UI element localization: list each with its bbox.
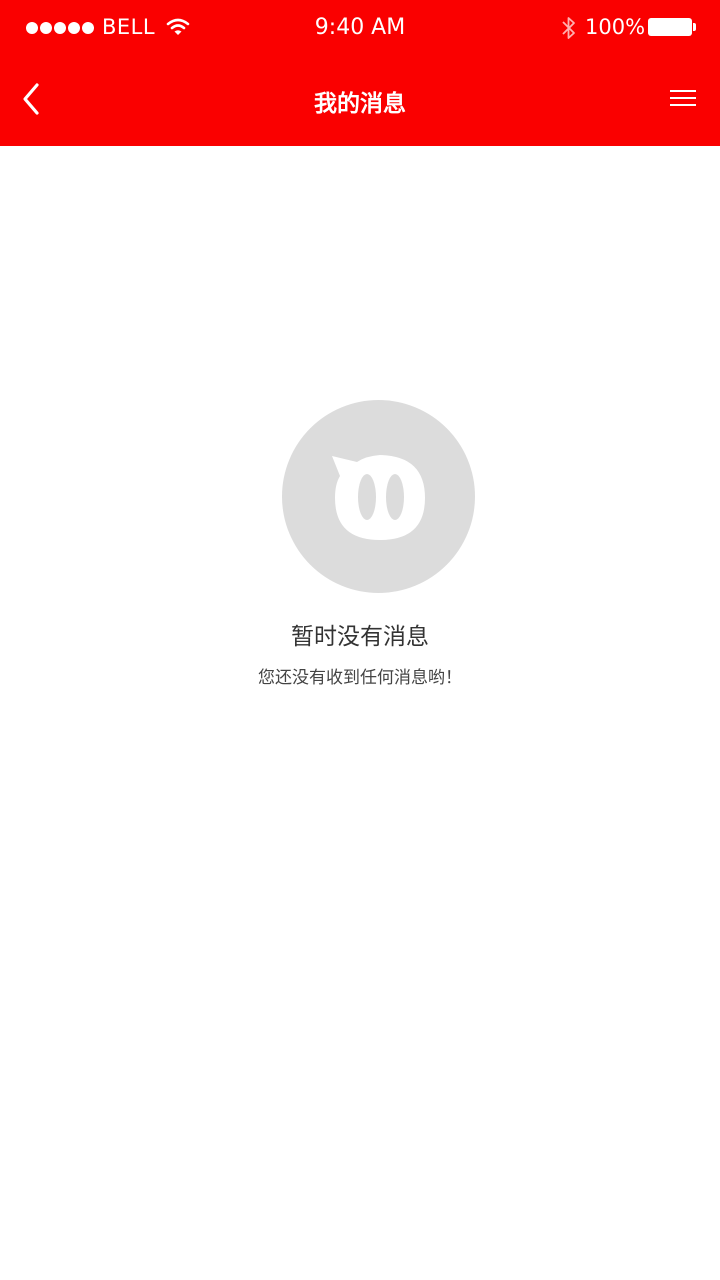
navigation-bar: 我的消息	[0, 56, 720, 146]
empty-message-mascot-icon	[282, 400, 475, 593]
empty-state-subtitle: 您还没有收到任何消息哟！	[258, 668, 462, 688]
hamburger-menu-icon	[670, 90, 696, 92]
menu-button[interactable]	[670, 90, 696, 108]
battery-cap	[693, 23, 696, 31]
status-bar: BELL 9:40 AM 100%	[0, 0, 720, 56]
bluetooth-icon	[560, 14, 578, 46]
battery-percentage: 100%	[585, 15, 646, 39]
top-bar: BELL 9:40 AM 100% 我的消息	[0, 0, 720, 146]
battery-icon	[648, 18, 692, 36]
empty-state-title: 暂时没有消息	[291, 624, 429, 650]
page-title: 我的消息	[314, 91, 406, 117]
